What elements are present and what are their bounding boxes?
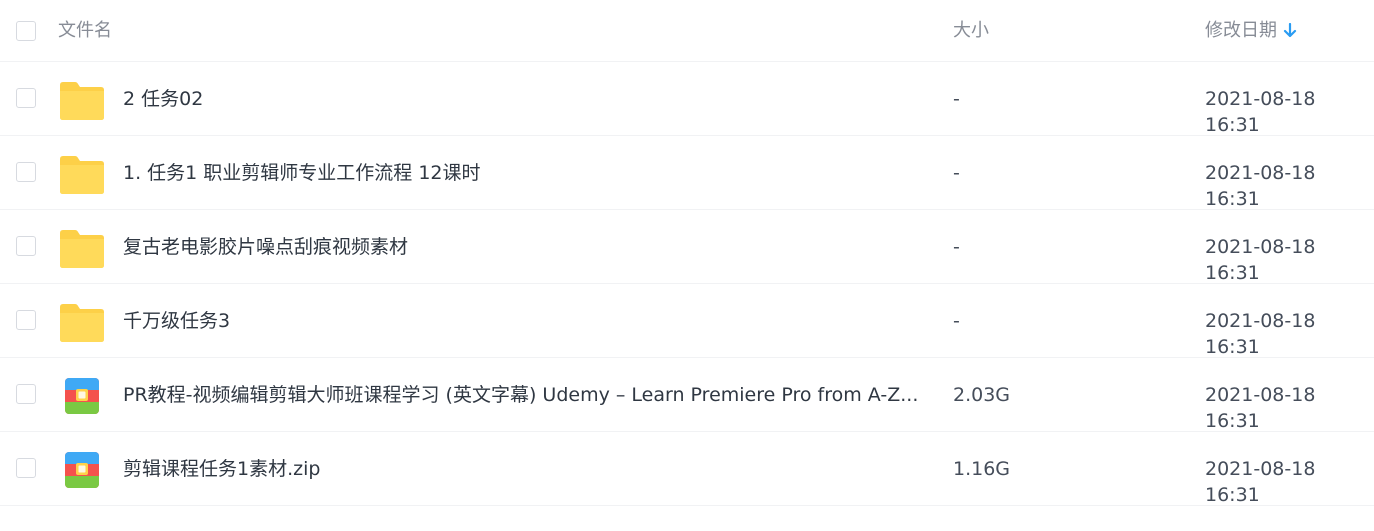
column-header-date[interactable]: 修改日期: [1205, 19, 1297, 46]
file-name[interactable]: 剪辑课程任务1素材.zip: [123, 456, 923, 482]
file-row[interactable]: 千万级任务3 - 2021-08-18 16:31: [0, 284, 1374, 358]
column-header-name[interactable]: 文件名: [58, 19, 112, 43]
folder-icon: [59, 227, 105, 269]
column-header-date-label: 修改日期: [1205, 20, 1277, 41]
file-size: -: [953, 162, 960, 184]
sort-descending-icon[interactable]: [1283, 22, 1297, 46]
column-header-size[interactable]: 大小: [953, 19, 989, 43]
file-date: 2021-08-18 16:31: [1205, 458, 1316, 506]
file-list: 文件名 大小 修改日期 2 任务02 - 2021-08-18 16:31 1.…: [0, 0, 1374, 506]
row-checkbox[interactable]: [16, 384, 36, 404]
file-date: 2021-08-18 16:31: [1205, 384, 1316, 432]
file-name[interactable]: 2 任务02: [123, 86, 923, 112]
file-size: 2.03G: [953, 384, 1011, 406]
file-name[interactable]: PR教程-视频编辑剪辑大师班课程学习 (英文字幕) Udemy – Learn …: [123, 382, 923, 408]
file-name[interactable]: 1. 任务1 职业剪辑师专业工作流程 12课时: [123, 160, 923, 186]
row-checkbox[interactable]: [16, 310, 36, 330]
file-row[interactable]: 1. 任务1 职业剪辑师专业工作流程 12课时 - 2021-08-18 16:…: [0, 136, 1374, 210]
file-size: 1.16G: [953, 458, 1011, 480]
file-size: -: [953, 236, 960, 258]
row-checkbox[interactable]: [16, 458, 36, 478]
file-date: 2021-08-18 16:31: [1205, 88, 1316, 136]
file-row[interactable]: 复古老电影胶片噪点刮痕视频素材 - 2021-08-18 16:31: [0, 210, 1374, 284]
file-row[interactable]: PR教程-视频编辑剪辑大师班课程学习 (英文字幕) Udemy – Learn …: [0, 358, 1374, 432]
folder-icon: [59, 301, 105, 343]
file-row[interactable]: 剪辑课程任务1素材.zip 1.16G 2021-08-18 16:31: [0, 432, 1374, 506]
file-size: -: [953, 310, 960, 332]
select-all-checkbox[interactable]: [16, 21, 36, 41]
folder-icon: [59, 153, 105, 195]
file-name[interactable]: 千万级任务3: [123, 308, 923, 334]
file-size: -: [953, 88, 960, 110]
archive-icon: [59, 375, 105, 417]
file-row[interactable]: 2 任务02 - 2021-08-18 16:31: [0, 62, 1374, 136]
file-date: 2021-08-18 16:31: [1205, 236, 1316, 284]
archive-icon: [59, 449, 105, 491]
row-checkbox[interactable]: [16, 88, 36, 108]
file-name[interactable]: 复古老电影胶片噪点刮痕视频素材: [123, 234, 923, 260]
row-checkbox[interactable]: [16, 162, 36, 182]
file-date: 2021-08-18 16:31: [1205, 162, 1316, 210]
list-header: 文件名 大小 修改日期: [0, 0, 1374, 62]
file-date: 2021-08-18 16:31: [1205, 310, 1316, 358]
folder-icon: [59, 79, 105, 121]
row-checkbox[interactable]: [16, 236, 36, 256]
